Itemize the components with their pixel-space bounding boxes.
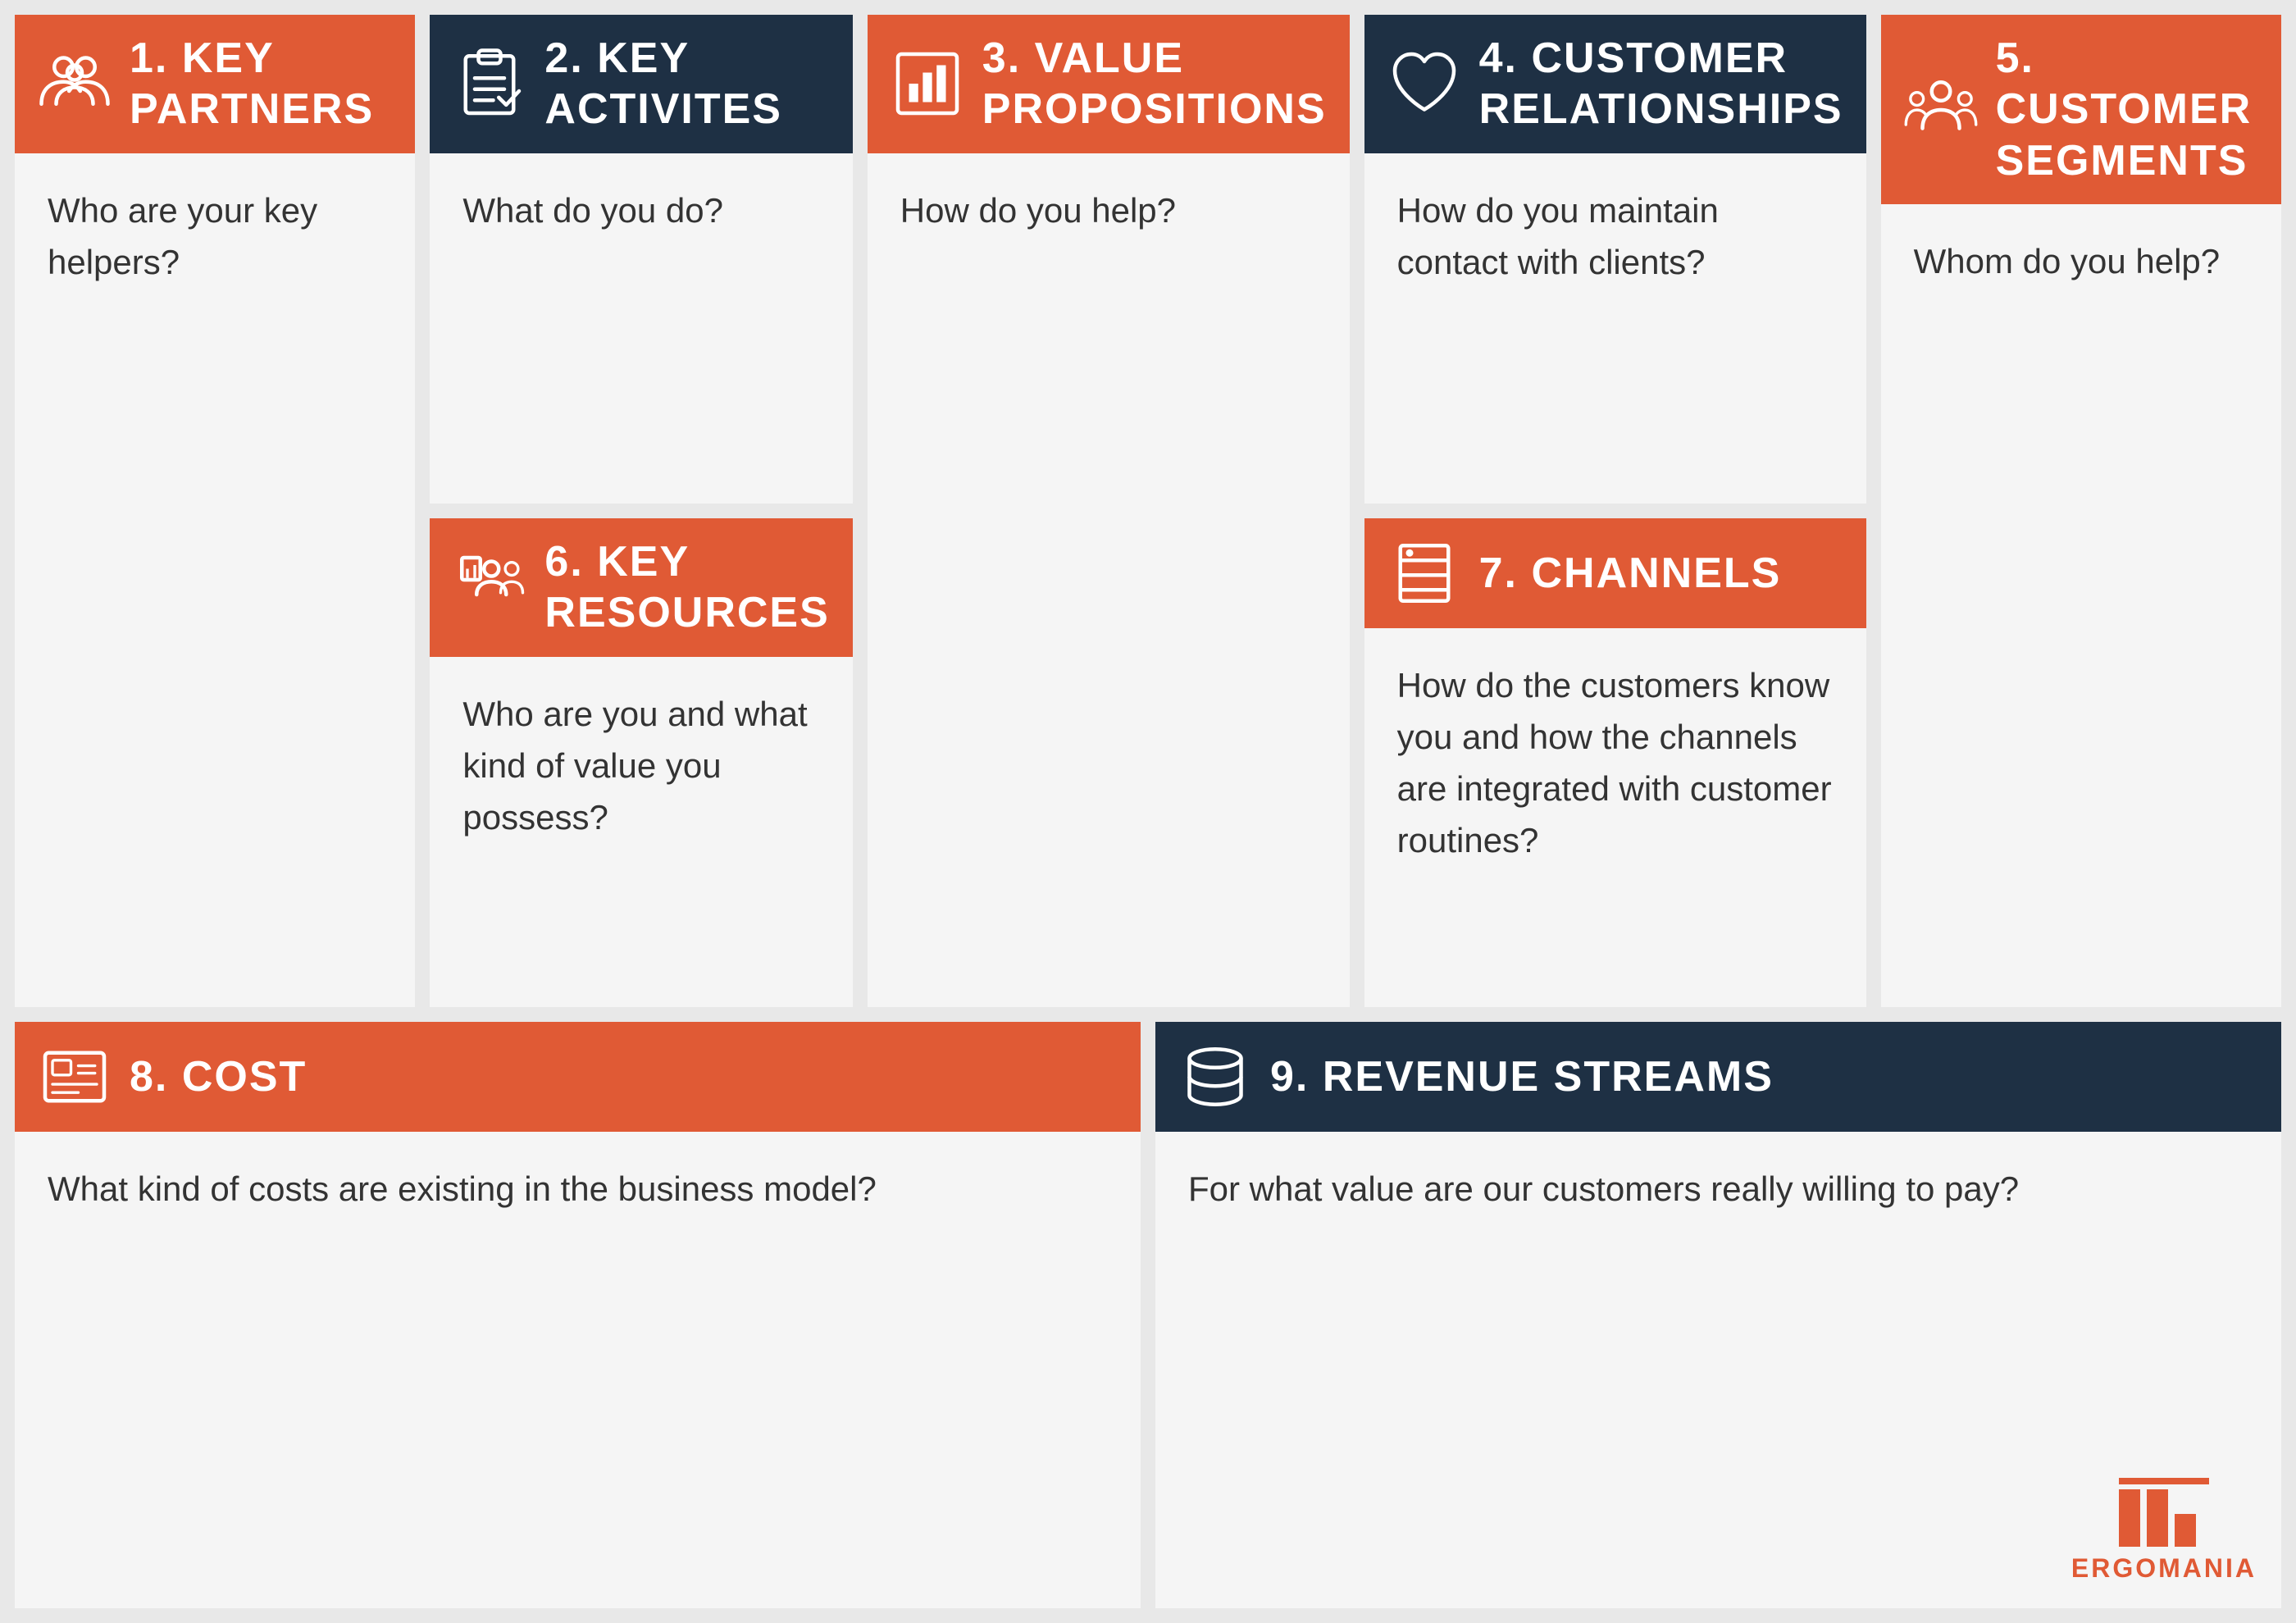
customer-rel-body: How do you maintain contact with clients…: [1364, 153, 1866, 504]
col-cost: 8. COST What kind of costs are existing …: [15, 1022, 1141, 1608]
card-header-customer-seg: 5. CUSTOMER SEGMENTS: [1881, 15, 2281, 204]
brand-name: ERGOMANIA: [2071, 1553, 2257, 1584]
value-props-body: How do you help?: [868, 153, 1350, 1007]
channels-title: 7. CHANNELS: [1479, 548, 1782, 599]
card-header-key-activities: 2. KEY ACTIVITES: [430, 15, 852, 153]
col-revenue: 9. REVENUE STREAMS For what value are ou…: [1155, 1022, 2281, 1608]
key-activities-icon: [453, 47, 526, 121]
customer-seg-title: 5. CUSTOMER SEGMENTS: [1996, 33, 2258, 186]
revenue-title: 9. REVENUE STREAMS: [1270, 1051, 1774, 1102]
canvas: 1. KEY PARTNERS Who are your key helpers…: [0, 0, 2296, 1623]
col-value-props: 3. VALUE PROPOSITIONS How do you help?: [868, 15, 1350, 1007]
card-header-key-partners: 1. KEY PARTNERS: [15, 15, 415, 153]
key-activities-title: 2. KEY ACTIVITES: [544, 33, 829, 135]
customer-seg-icon: [1904, 73, 1978, 147]
card-customer-relationships: 4. CUSTOMER RELATIONSHIPS How do you mai…: [1364, 15, 1866, 504]
card-value-props: 3. VALUE PROPOSITIONS How do you help?: [868, 15, 1350, 1007]
key-resources-body: Who are you and what kind of value you p…: [430, 657, 852, 1007]
card-header-cost: 8. COST: [15, 1022, 1141, 1132]
revenue-icon: [1178, 1040, 1252, 1114]
card-key-resources: 6. KEY RESOURCES Who are you and what ki…: [430, 518, 852, 1007]
customer-rel-title: 4. CUSTOMER RELATIONSHIPS: [1479, 33, 1843, 135]
value-props-icon: [891, 47, 964, 121]
key-partners-icon: [38, 47, 112, 121]
customer-rel-icon: [1387, 47, 1461, 121]
col-customer-seg: 5. CUSTOMER SEGMENTS Whom do you help?: [1881, 15, 2281, 1007]
card-header-value-props: 3. VALUE PROPOSITIONS: [868, 15, 1350, 153]
customer-seg-body: Whom do you help?: [1881, 204, 2281, 1007]
cost-icon: [38, 1040, 112, 1114]
col-customer-rel: 4. CUSTOMER RELATIONSHIPS How do you mai…: [1364, 15, 1866, 1007]
cost-body: What kind of costs are existing in the b…: [15, 1132, 1141, 1608]
channels-icon: [1387, 536, 1461, 610]
card-channels: 7. CHANNELS How do the customers know yo…: [1364, 518, 1866, 1007]
key-resources-icon: [453, 550, 526, 624]
card-header-revenue: 9. REVENUE STREAMS: [1155, 1022, 2281, 1132]
card-header-customer-rel: 4. CUSTOMER RELATIONSHIPS: [1364, 15, 1866, 153]
card-key-activities: 2. KEY ACTIVITES What do you do?: [430, 15, 852, 504]
value-props-title: 3. VALUE PROPOSITIONS: [982, 33, 1327, 135]
key-partners-title: 1. KEY PARTNERS: [130, 33, 392, 135]
bottom-section: 8. COST What kind of costs are existing …: [15, 1022, 2281, 1608]
card-cost: 8. COST What kind of costs are existing …: [15, 1022, 1141, 1608]
card-header-channels: 7. CHANNELS: [1364, 518, 1866, 628]
col-key-partners: 1. KEY PARTNERS Who are your key helpers…: [15, 15, 415, 1007]
card-customer-seg: 5. CUSTOMER SEGMENTS Whom do you help?: [1881, 15, 2281, 1007]
top-section: 1. KEY PARTNERS Who are your key helpers…: [15, 15, 2281, 1007]
channels-body: How do the customers know you and how th…: [1364, 628, 1866, 1007]
key-activities-body: What do you do?: [430, 153, 852, 504]
key-resources-title: 6. KEY RESOURCES: [544, 536, 829, 639]
cost-title: 8. COST: [130, 1051, 307, 1102]
col-key-activities: 2. KEY ACTIVITES What do you do?: [430, 15, 852, 1007]
card-header-key-resources: 6. KEY RESOURCES: [430, 518, 852, 657]
ergomania-logo: ERGOMANIA: [2071, 1478, 2257, 1584]
key-partners-body: Who are your key helpers?: [15, 153, 415, 1007]
card-key-partners: 1. KEY PARTNERS Who are your key helpers…: [15, 15, 415, 1007]
